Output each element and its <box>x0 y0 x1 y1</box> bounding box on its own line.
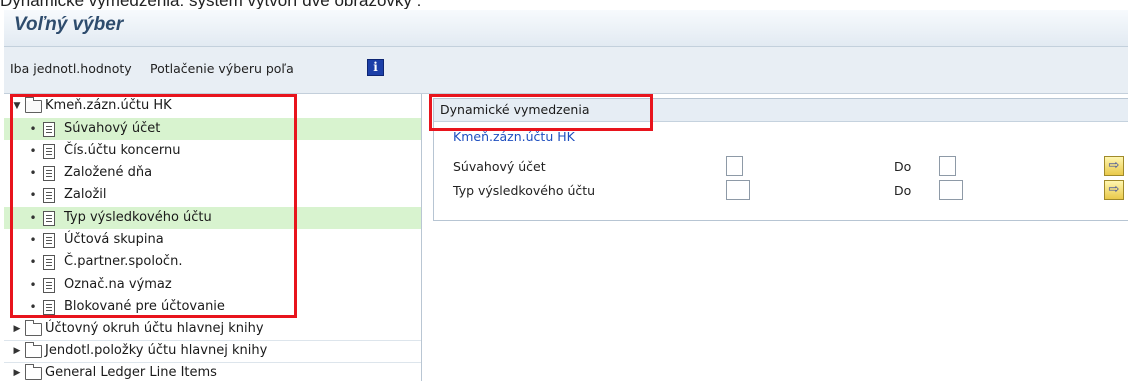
tree-node-label: General Ledger Line Items <box>45 365 217 380</box>
collapse-triangle-icon[interactable]: ▶ <box>12 362 22 381</box>
multiple-selection-arrow-icon[interactable]: ⇨ <box>1104 180 1124 200</box>
bullet-icon: • <box>29 144 37 158</box>
bullet-icon: • <box>29 188 37 202</box>
to-label: Do <box>894 159 912 174</box>
expand-triangle-icon[interactable]: ▼ <box>12 95 22 117</box>
folder-icon <box>25 342 42 358</box>
document-icon <box>43 122 55 137</box>
single-values-button[interactable]: Iba jednotl.hodnoty <box>10 61 132 76</box>
tree-field-label: Označ.na výmaz <box>64 277 172 292</box>
document-icon <box>43 144 55 159</box>
dynamic-selections-panel: Dynamické vymedzenia Kmeň.zázn.účtu HK S… <box>433 98 1128 221</box>
document-icon <box>43 211 55 226</box>
application-toolbar: Iba jednotl.hodnoty Potlačenie výberu po… <box>4 47 1128 94</box>
tree-field-label: Čís.účtu koncernu <box>64 143 181 158</box>
document-icon <box>43 233 55 248</box>
field-label-pl-account-type: Typ výsledkového účtu <box>453 183 596 198</box>
multiple-selection-arrow-icon[interactable]: ⇨ <box>1104 156 1124 176</box>
tree-field-label: Typ výsledkového účtu <box>64 210 212 225</box>
bullet-icon: • <box>29 233 37 247</box>
tree-field-label: Č.partner.spoločn. <box>64 254 183 269</box>
tree-node-collapsed[interactable]: ▶ Jendotl.položky účtu hlavnej knihy <box>4 340 421 363</box>
info-icon[interactable]: i <box>367 59 384 76</box>
document-icon <box>43 166 55 181</box>
tree-node-label: Kmeň.zázn.účtu HK <box>45 98 172 113</box>
bullet-icon: • <box>29 122 37 136</box>
document-icon <box>43 278 55 293</box>
tree-field-label: Účtová skupina <box>64 232 164 247</box>
tree-node-collapsed[interactable]: ▶ General Ledger Line Items <box>4 362 421 381</box>
bullet-icon: • <box>29 255 37 269</box>
balance-sheet-account-to-input[interactable] <box>939 156 956 176</box>
tree-node-collapsed[interactable]: ▶ Účtovný okruh účtu hlavnej knihy <box>4 318 421 341</box>
dynamic-selections-area: Dynamické vymedzenia Kmeň.zázn.účtu HK S… <box>426 94 1128 381</box>
collapse-triangle-icon[interactable]: ▶ <box>12 340 22 362</box>
tree-field-label: Založil <box>64 187 107 202</box>
tree-field-item[interactable]: • Založil <box>4 184 421 206</box>
tree-field-item[interactable]: • Založené dňa <box>4 162 421 184</box>
tree-field-item[interactable]: • Čís.účtu koncernu <box>4 140 421 162</box>
document-caption: Dynamické vymedzenia: systém vytvorí dve… <box>0 0 1128 9</box>
panel-title: Dynamické vymedzenia <box>440 102 590 117</box>
tree-field-label: Blokované pre účtovanie <box>64 299 225 314</box>
field-selection-tree: ▼ Kmeň.zázn.účtu HK • Súvahový účet • Čí… <box>4 94 422 381</box>
field-label-balance-sheet-account: Súvahový účet <box>453 159 546 174</box>
document-icon <box>43 188 55 203</box>
bullet-icon: • <box>29 300 37 314</box>
tree-node-root[interactable]: ▼ Kmeň.zázn.účtu HK <box>4 95 421 117</box>
tree-field-label: Súvahový účet <box>64 121 161 136</box>
tree-field-item[interactable]: • Účtová skupina <box>4 229 421 251</box>
screen-title: Voľný výber <box>14 14 124 35</box>
tree-field-item[interactable]: • Typ výsledkového účtu <box>4 207 421 229</box>
pl-account-type-from-input[interactable] <box>726 180 750 200</box>
tree-field-item[interactable]: • Súvahový účet <box>4 118 421 140</box>
balance-sheet-account-from-input[interactable] <box>726 156 743 176</box>
tree-node-label: Účtovný okruh účtu hlavnej knihy <box>45 321 264 336</box>
pl-account-type-to-input[interactable] <box>939 180 963 200</box>
title-bar: Voľný výber <box>4 10 1128 47</box>
document-icon <box>43 300 55 315</box>
bullet-icon: • <box>29 211 37 225</box>
group-label: Kmeň.zázn.účtu HK <box>453 129 575 144</box>
folder-icon <box>25 364 42 380</box>
collapse-triangle-icon[interactable]: ▶ <box>12 318 22 340</box>
suppress-field-selection-button[interactable]: Potlačenie výberu poľa <box>150 61 294 76</box>
document-icon <box>43 255 55 270</box>
tree-field-item[interactable]: • Označ.na výmaz <box>4 274 421 296</box>
folder-icon <box>25 320 42 336</box>
tree-field-item[interactable]: • Č.partner.spoločn. <box>4 251 421 273</box>
to-label: Do <box>894 183 912 198</box>
bullet-icon: • <box>29 166 37 180</box>
panel-header: Dynamické vymedzenia <box>434 99 1128 122</box>
bullet-icon: • <box>29 278 37 292</box>
tree-node-label: Jendotl.položky účtu hlavnej knihy <box>45 343 268 358</box>
tree-field-item[interactable]: • Blokované pre účtovanie <box>4 296 421 318</box>
tree-field-label: Založené dňa <box>64 165 153 180</box>
open-folder-icon <box>25 97 42 113</box>
